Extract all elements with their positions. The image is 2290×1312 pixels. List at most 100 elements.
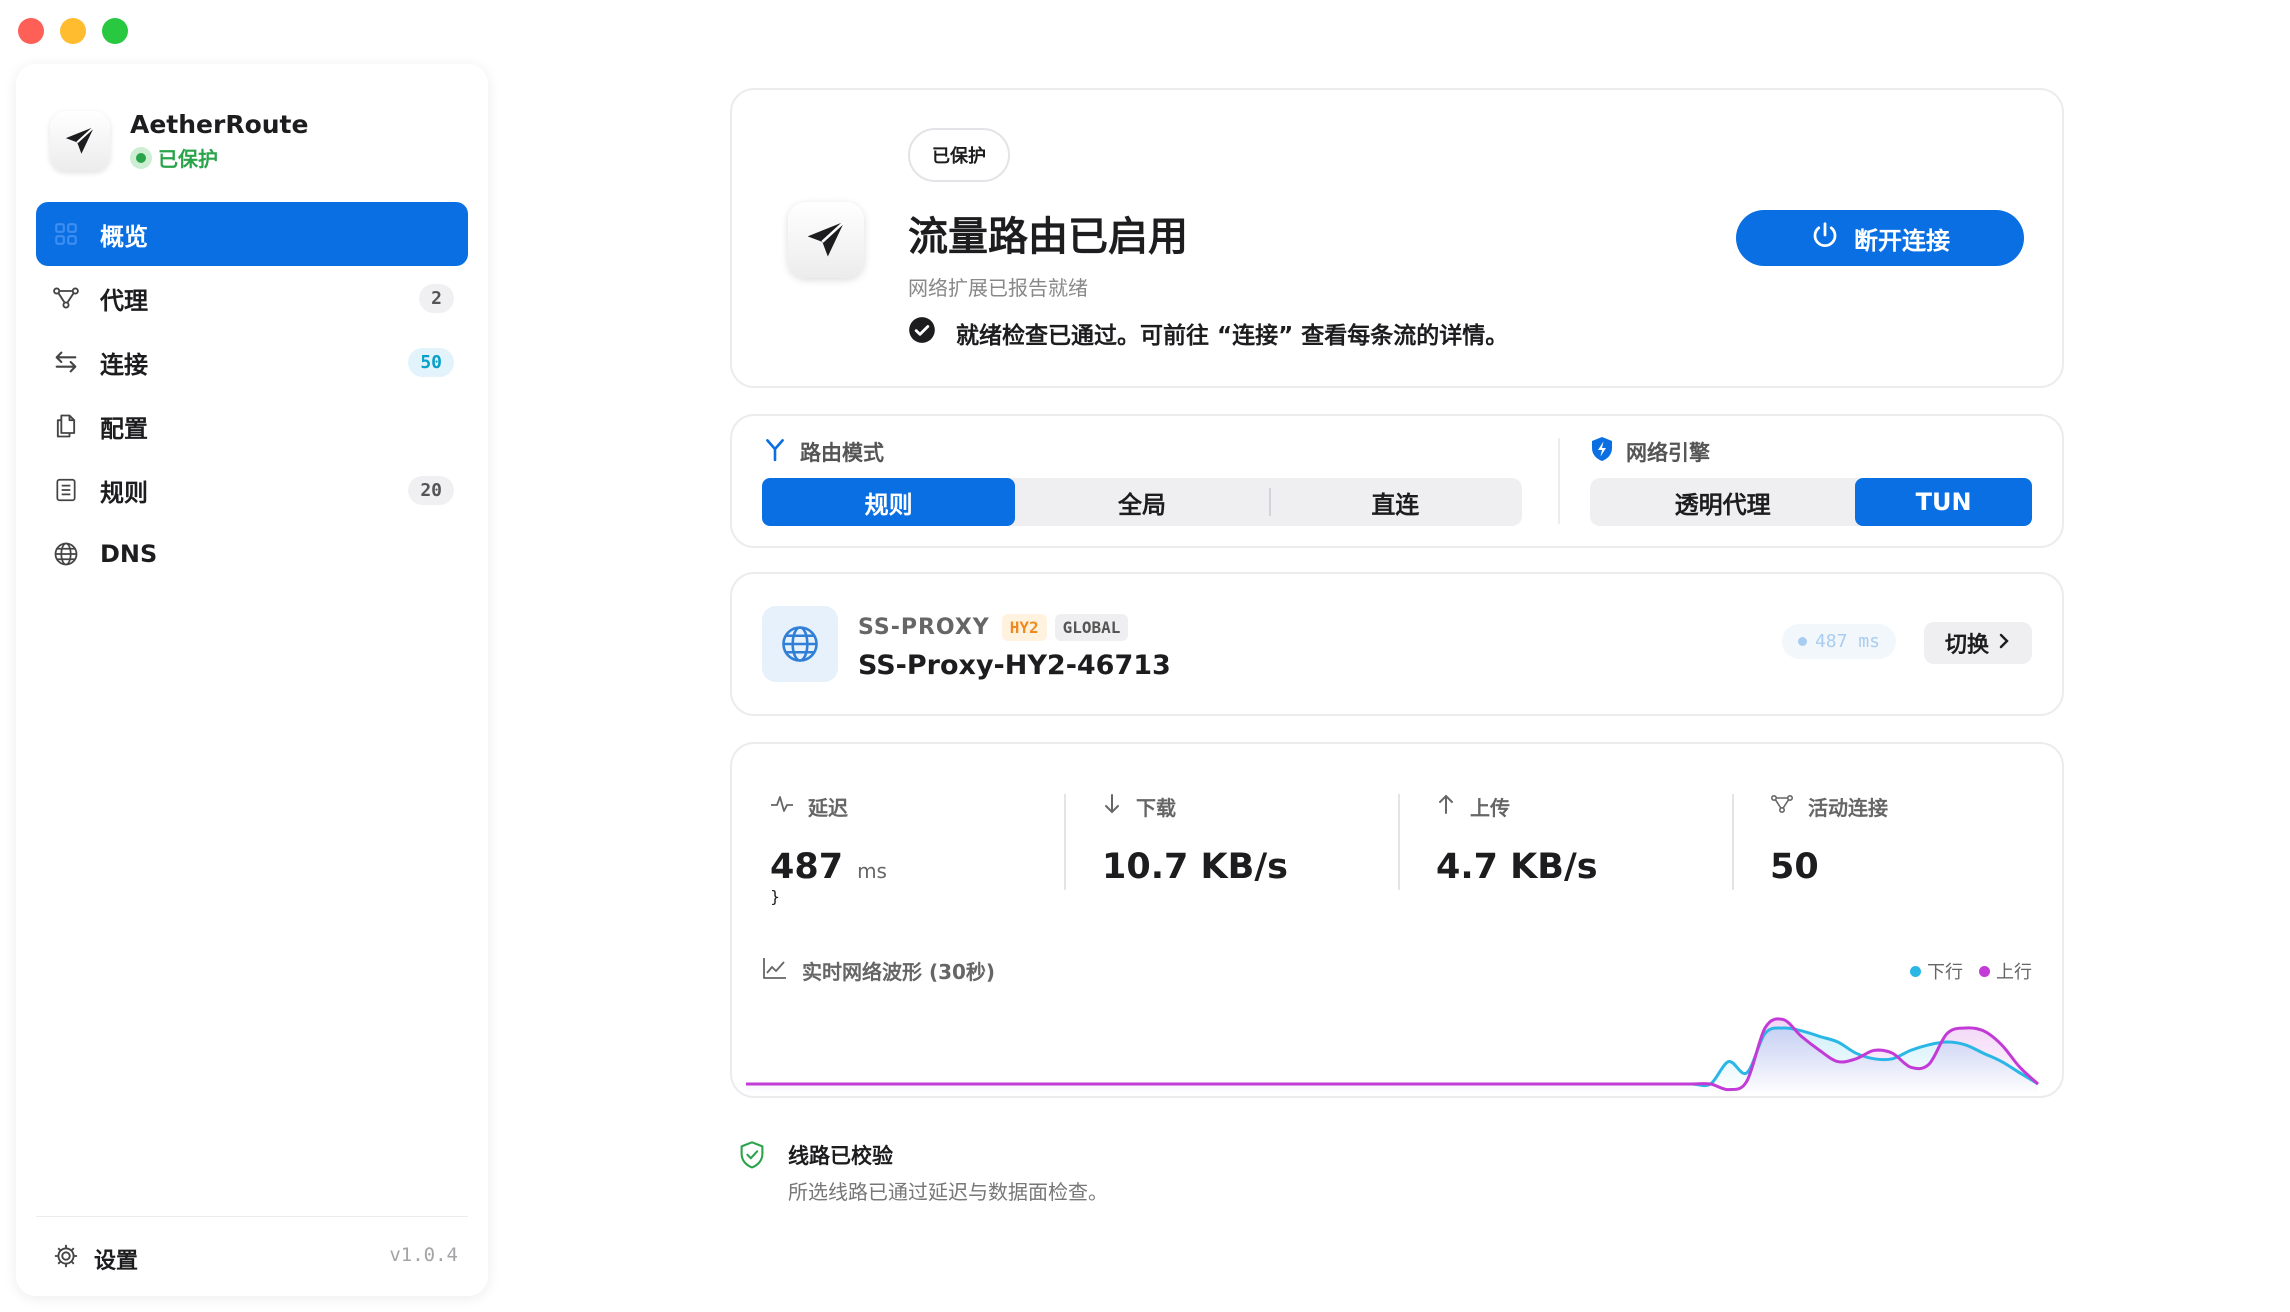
status-card: 已保护 流量路由已启用 网络扩展已报告就绪 就绪检查已通过。可前往 “连接” 查… (730, 88, 2064, 388)
route-verified-title: 线路已校验 (788, 1144, 893, 1168)
shield-check-icon (738, 1140, 766, 1174)
status-subtitle: 网络扩展已报告就绪 (908, 276, 1088, 300)
disconnect-button[interactable]: 断开连接 (1736, 210, 2024, 266)
disconnect-label: 断开连接 (1854, 227, 1950, 255)
settings-button[interactable]: 设置 (52, 1242, 138, 1276)
sidebar-item-connections[interactable]: 连接 50 (36, 330, 468, 394)
arrow-up-icon (1436, 793, 1456, 820)
network-engine-label: 网络引擎 (1590, 436, 1710, 467)
routing-mode-label: 路由模式 (762, 436, 884, 467)
gear-icon (52, 1242, 80, 1276)
settings-label: 设置 (94, 1249, 139, 1274)
sidebar-item-proxy[interactable]: 代理 2 (36, 266, 468, 330)
protocol-tag: HY2 (1001, 614, 1047, 641)
proxy-count-badge: 2 (419, 283, 454, 313)
proxy-type: SS-PROXY (858, 615, 990, 640)
protection-status: 已保护 (130, 143, 308, 172)
sidebar-divider (36, 1216, 468, 1217)
stat-divider (1064, 794, 1066, 890)
sidebar-item-label: 规则 (100, 478, 148, 507)
window-controls (18, 18, 128, 44)
routing-option-global[interactable]: 全局 (1015, 478, 1268, 526)
latency-unit: ms (857, 859, 887, 883)
waveform-title: 实时网络波形 (30秒) (762, 956, 995, 985)
readiness-check: 就绪检查已通过。可前往 “连接” 查看每条流的详情。 (908, 316, 1508, 350)
sidebar-item-overview[interactable]: 概览 (36, 202, 468, 266)
sidebar-item-label: 连接 (100, 350, 148, 379)
connections-label: 活动连接 (1808, 796, 1888, 820)
scope-tag: GLOBAL (1054, 614, 1129, 641)
connections-stat: 活动连接 50 (1770, 792, 2062, 887)
arrow-down-icon (1102, 793, 1122, 820)
status-dot-icon (130, 146, 152, 169)
route-verified-subtitle: 所选线路已通过延迟与数据面检查。 (788, 1180, 1108, 1204)
switch-proxy-label: 切换 (1944, 632, 1989, 657)
proxy-latency-badge: 487 ms (1781, 624, 1896, 659)
paper-plane-icon (788, 202, 864, 278)
protection-pill: 已保护 (908, 128, 1010, 182)
sidebar-item-label: 配置 (100, 414, 148, 443)
routing-option-rule[interactable]: 规则 (762, 478, 1016, 526)
traffic-stats-card: 延迟 487 ms } 下载 10.7 KB/s 上传 4.7 KB/s 活动连接… (730, 742, 2064, 1098)
engine-option-transparent[interactable]: 透明代理 (1590, 478, 1855, 526)
network-waveform (746, 1017, 2040, 1094)
documents-icon (50, 410, 82, 442)
sidebar: AetherRoute 已保护 概览 代理 2 连接 50 配置 规则 20 D… (16, 64, 488, 1296)
sidebar-nav: 概览 代理 2 连接 50 配置 规则 20 DNS (36, 202, 468, 586)
nodes-icon (50, 282, 82, 314)
download-stat: 下载 10.7 KB/s (1102, 792, 1402, 887)
waveform-legend: 下行 上行 (1894, 958, 2032, 984)
routing-mode-selector: 规则 全局 直连 (762, 478, 1522, 526)
globe-icon (50, 538, 82, 570)
chevron-right-icon (1997, 630, 2011, 656)
app-logo-icon (50, 111, 110, 171)
engine-option-tun[interactable]: TUN (1855, 478, 2032, 526)
upload-stat: 上传 4.7 KB/s (1436, 792, 1736, 887)
network-engine-selector: 透明代理 TUN (1590, 478, 2032, 526)
app-name: AetherRoute (130, 110, 309, 139)
switch-proxy-button[interactable]: 切换 (1924, 622, 2032, 664)
power-icon (1810, 220, 1840, 257)
legend-down: 下行 (1910, 958, 1963, 984)
proxy-meta: SS-PROXY HY2 GLOBAL (858, 614, 1136, 641)
rule-list-icon (50, 474, 82, 506)
latency-stat: 延迟 487 ms } (770, 792, 1070, 906)
close-window-button[interactable] (18, 18, 44, 44)
mode-card: 路由模式 规则 全局 直连 网络引擎 透明代理 TUN (730, 414, 2064, 548)
stat-divider (1398, 794, 1400, 890)
sidebar-item-label: 代理 (100, 286, 148, 315)
app-version: v1.0.4 (389, 1244, 458, 1266)
zoom-window-button[interactable] (102, 18, 128, 44)
shield-bolt-icon (1590, 436, 1614, 467)
stat-divider (1732, 794, 1734, 890)
routing-option-direct[interactable]: 直连 (1268, 478, 1522, 526)
legend-up: 上行 (1979, 958, 2032, 984)
active-proxy-card: SS-PROXY HY2 GLOBAL SS-Proxy-HY2-46713 4… (730, 572, 2064, 716)
routing-mode-text: 路由模式 (800, 440, 884, 465)
proxy-globe-icon (762, 606, 838, 682)
status-title: 流量路由已启用 (908, 214, 1188, 260)
download-value: 10.7 KB/s (1102, 847, 1288, 887)
sidebar-item-label: 概览 (100, 222, 148, 251)
line-chart-icon (762, 956, 788, 985)
proxy-name: SS-Proxy-HY2-46713 (858, 650, 1171, 681)
sidebar-item-label: DNS (100, 540, 158, 568)
dashboard-icon (50, 218, 82, 250)
swap-arrows-icon (50, 346, 82, 378)
sidebar-item-dns[interactable]: DNS (36, 522, 468, 586)
pulse-icon (770, 793, 794, 820)
nodes-icon (1770, 792, 1794, 821)
brand-header: AetherRoute 已保护 (50, 110, 308, 172)
readiness-check-text: 就绪检查已通过。可前往 “连接” 查看每条流的详情。 (956, 323, 1509, 349)
minimize-window-button[interactable] (60, 18, 86, 44)
network-engine-text: 网络引擎 (1626, 440, 1710, 465)
waveform-title-text: 实时网络波形 (30秒) (802, 960, 996, 984)
sidebar-item-rules[interactable]: 规则 20 (36, 458, 468, 522)
connections-count-badge: 50 (408, 347, 454, 377)
rules-count-badge: 20 (408, 475, 454, 505)
check-circle-icon (908, 316, 936, 350)
sidebar-item-config[interactable]: 配置 (36, 394, 468, 458)
protection-status-label: 已保护 (158, 147, 218, 171)
latency-value: 487 (770, 847, 844, 887)
upload-value: 4.7 KB/s (1436, 847, 1598, 887)
